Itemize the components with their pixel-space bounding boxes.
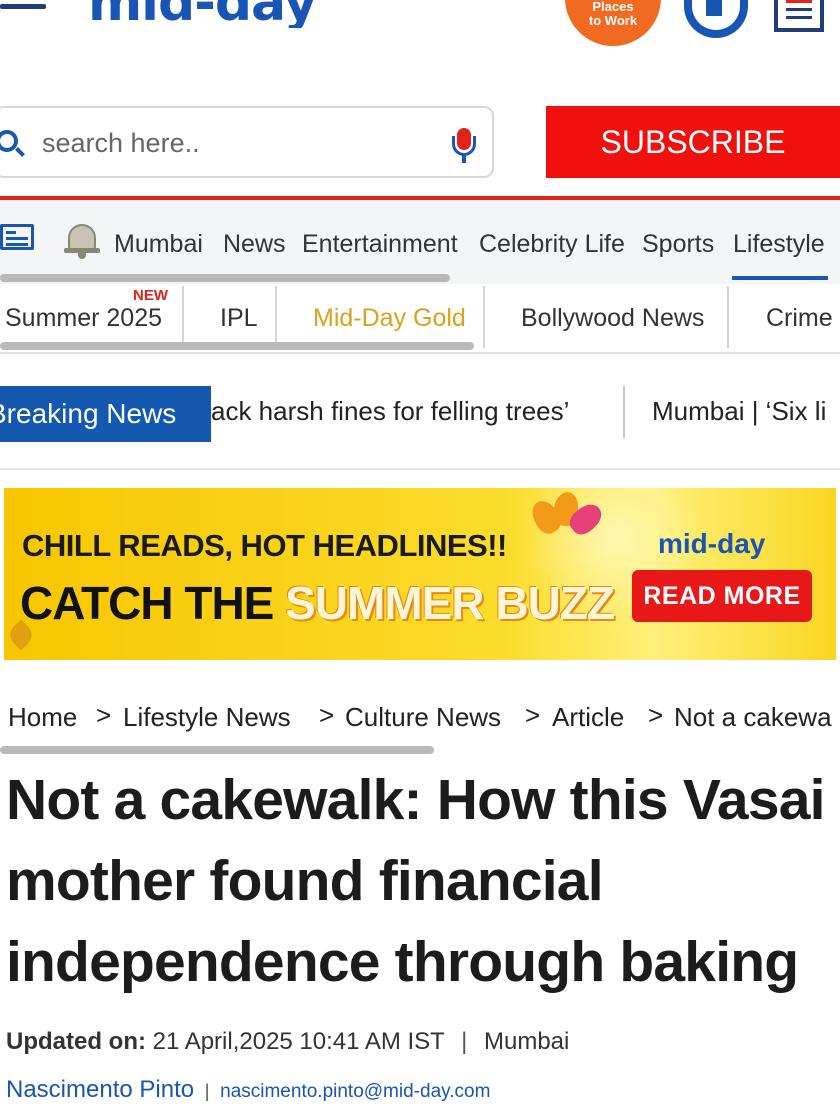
flower-illustration bbox=[524, 490, 607, 540]
author-line: Nascimento Pinto | nascimento.pinto@mid-… bbox=[6, 1076, 491, 1103]
banner-headline: CATCH THE SUMMER BUZZ bbox=[20, 577, 615, 629]
epaper-icon[interactable] bbox=[0, 224, 34, 250]
new-badge: NEW bbox=[133, 287, 168, 304]
gpw-badge-line1: Places bbox=[592, 0, 634, 14]
promo-banner[interactable]: CHILL READS, HOT HEADLINES!! CATCH THE S… bbox=[4, 488, 836, 660]
nav-item-news[interactable]: News bbox=[223, 230, 286, 259]
breadcrumb-lifestyle-news[interactable]: Lifestyle News bbox=[123, 702, 291, 733]
breadcrumb-separator: > bbox=[319, 700, 335, 730]
subnav-divider bbox=[182, 286, 184, 348]
subnav-divider bbox=[483, 286, 485, 348]
author-name[interactable]: Nascimento Pinto bbox=[6, 1076, 194, 1103]
article-meta: Updated on: 21 April,2025 10:41 AM IST |… bbox=[6, 1028, 570, 1055]
sub-nav: NEW Summer 2025 IPL Mid-Day Gold Bollywo… bbox=[0, 284, 840, 350]
ticker-item[interactable]: ack harsh fines for felling trees’ bbox=[211, 396, 569, 427]
nav-item-celebrity-life[interactable]: Celebrity Life bbox=[479, 230, 625, 259]
breadcrumb-culture-news[interactable]: Culture News bbox=[345, 702, 501, 733]
subnav-item-mid-day-gold[interactable]: Mid-Day Gold bbox=[313, 304, 466, 333]
subnav-divider bbox=[727, 286, 729, 348]
author-email[interactable]: nascimento.pinto@mid-day.com bbox=[220, 1081, 490, 1102]
banner-logo: mid-day bbox=[658, 528, 766, 559]
newspaper-icon[interactable] bbox=[774, 0, 824, 32]
subnav-item-summer-2025[interactable]: Summer 2025 bbox=[5, 304, 162, 333]
breadcrumb-scrollbar[interactable] bbox=[0, 746, 434, 754]
nav-item-entertainment[interactable]: Entertainment bbox=[302, 230, 458, 259]
site-logo[interactable]: mid-day bbox=[88, 0, 316, 28]
ticker-divider bbox=[623, 386, 625, 438]
section-divider bbox=[0, 468, 840, 470]
breaking-news-label: Breaking News bbox=[0, 386, 211, 442]
subnav-item-crime[interactable]: Crime bbox=[766, 304, 833, 333]
updated-timestamp: 21 April,2025 10:41 AM IST bbox=[152, 1028, 445, 1055]
breadcrumb-current: Not a cakewa bbox=[674, 702, 832, 732]
subnav-item-bollywood-news[interactable]: Bollywood News bbox=[521, 304, 704, 333]
ticker-item[interactable]: Mumbai | ‘Six li bbox=[652, 396, 826, 427]
breadcrumb-home[interactable]: Home bbox=[8, 702, 77, 733]
microphone-icon[interactable] bbox=[451, 128, 477, 166]
breaking-news-ticker[interactable]: ack harsh fines for felling trees’ Mumba… bbox=[211, 386, 840, 442]
updated-label: Updated on: bbox=[6, 1028, 146, 1055]
subscribe-button[interactable]: SUBSCRIBE bbox=[546, 106, 840, 178]
nav-item-mumbai[interactable]: Mumbai bbox=[114, 230, 203, 259]
nav-item-lifestyle[interactable]: Lifestyle bbox=[733, 230, 825, 259]
search-icon[interactable] bbox=[0, 130, 18, 152]
bell-icon[interactable] bbox=[64, 222, 100, 260]
subnav-scrollbar[interactable] bbox=[0, 342, 474, 350]
article-headline: Not a cakewalk: How this Vasai mother fo… bbox=[6, 768, 825, 994]
banner-tagline: CHILL READS, HOT HEADLINES!! bbox=[22, 528, 507, 563]
hamburger-menu-icon[interactable] bbox=[0, 0, 46, 14]
read-more-button[interactable]: READ MORE bbox=[632, 570, 812, 622]
main-nav: Mumbai News Entertainment Celebrity Life… bbox=[0, 200, 840, 284]
site-header: mid-day Places to Work bbox=[0, 0, 840, 100]
gpw-badge-line2: to Work bbox=[588, 13, 638, 28]
breadcrumb-separator: > bbox=[96, 700, 112, 730]
subnav-divider-line bbox=[0, 352, 840, 354]
article-location: Mumbai bbox=[483, 1028, 570, 1055]
nav-scrollbar[interactable] bbox=[0, 274, 450, 282]
breadcrumb-article[interactable]: Article bbox=[552, 702, 624, 733]
subnav-divider bbox=[275, 286, 277, 348]
subnav-item-ipl[interactable]: IPL bbox=[220, 304, 258, 333]
great-place-to-work-badge[interactable]: Places to Work bbox=[565, 0, 661, 46]
nav-active-indicator bbox=[732, 276, 828, 280]
nav-item-sports[interactable]: Sports bbox=[642, 230, 714, 259]
breadcrumb-separator: > bbox=[648, 700, 664, 730]
search-box[interactable] bbox=[0, 106, 494, 178]
breadcrumb: Home > Lifestyle News > Culture News > A… bbox=[8, 700, 840, 740]
search-input[interactable] bbox=[42, 126, 422, 160]
app-icon[interactable] bbox=[684, 0, 748, 38]
breadcrumb-separator: > bbox=[525, 700, 541, 730]
